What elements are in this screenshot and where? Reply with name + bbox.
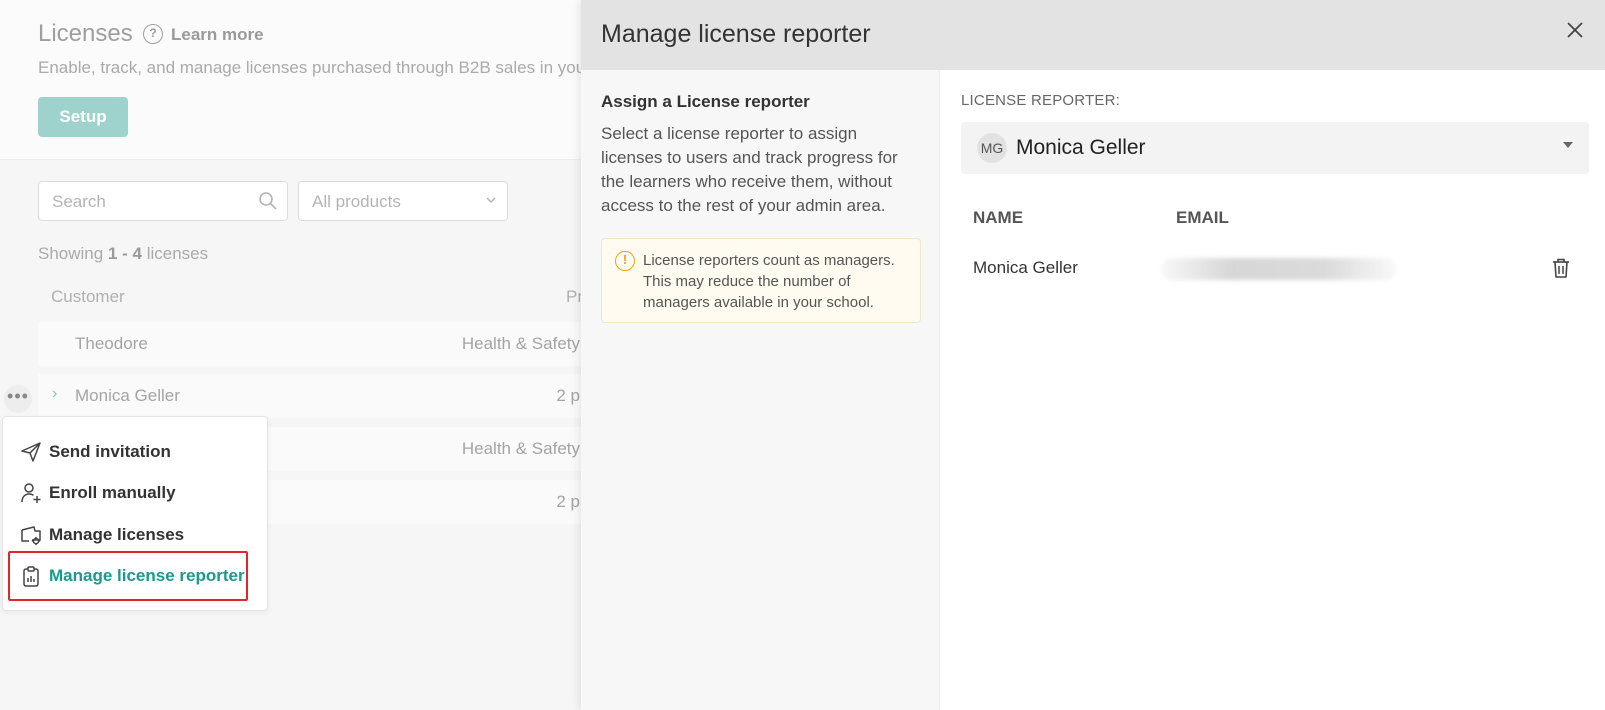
panel-info-column: Assign a License reporter Select a licen… [581,70,940,710]
column-header-email: EMAIL [1176,208,1229,227]
more-actions-button[interactable]: ••• [4,385,32,413]
learn-more-link[interactable]: Learn more [171,25,264,45]
setup-button[interactable]: Setup [38,97,128,137]
assign-heading: Assign a License reporter [601,92,810,111]
page-title: Licenses [38,20,133,47]
products-filter[interactable]: All products [298,181,508,221]
menu-item-send-invitation[interactable]: Send invitation [19,437,171,467]
page-description: Enable, track, and manage licenses purch… [38,58,586,77]
reporter-row-name: Monica Geller [973,258,1078,277]
caret-down-icon [1563,142,1573,148]
row-product: Health & Safety [461,439,580,458]
row-product: Health & Safety [461,334,580,353]
search-input[interactable]: Search [38,181,288,221]
menu-item-label: Enroll manually [49,483,176,502]
search-icon [259,192,277,210]
menu-item-enroll-manually[interactable]: Enroll manually [19,478,176,508]
products-filter-value: All products [312,192,401,211]
user-plus-icon [19,481,43,505]
row-product: 2 p [556,492,580,511]
help-icon[interactable]: ? [143,24,163,44]
reporter-row-email-redacted [1161,258,1397,280]
panel-form-column: LICENSE REPORTER: MG Monica Geller NAME … [941,70,1605,710]
row-product: 2 p [556,386,580,405]
row-customer: Monica Geller [75,386,180,405]
close-icon[interactable] [1563,18,1587,42]
results-count: Showing 1 - 4 licenses [38,244,209,263]
avatar: MG [977,133,1007,163]
highlight-box [8,551,248,601]
assign-description: Select a license reporter to assign lice… [601,124,898,215]
warning-text: License reporters count as managers. Thi… [643,252,895,311]
search-placeholder: Search [52,192,106,211]
manage-license-reporter-panel: Manage license reporter Assign a License… [581,0,1605,710]
trash-icon[interactable] [1549,256,1573,280]
reporter-select[interactable]: MG Monica Geller [961,122,1589,174]
panel-header: Manage license reporter [581,0,1605,70]
reporter-label: LICENSE REPORTER: [961,92,1120,109]
column-header-customer: Customer [51,287,125,306]
menu-item-label: Manage licenses [49,525,185,544]
table-row[interactable]: Theodore Health & Safety [38,322,598,366]
warning-icon: ! [615,251,635,271]
paper-plane-icon [19,440,43,464]
chevron-right-icon[interactable]: › [52,385,57,403]
panel-title: Manage license reporter [601,20,871,48]
menu-item-label: Send invitation [49,442,171,461]
column-header-name: NAME [973,208,1024,227]
chevron-down-icon [486,197,496,203]
table-row[interactable]: › Monica Geller 2 p [38,374,598,418]
row-customer: Theodore [75,334,148,353]
warning-callout: ! License reporters count as managers. T… [601,238,921,323]
menu-item-manage-licenses[interactable]: Manage licenses [19,520,184,550]
ticket-gear-icon [19,523,43,547]
reporter-select-value: Monica Geller [1016,136,1146,159]
